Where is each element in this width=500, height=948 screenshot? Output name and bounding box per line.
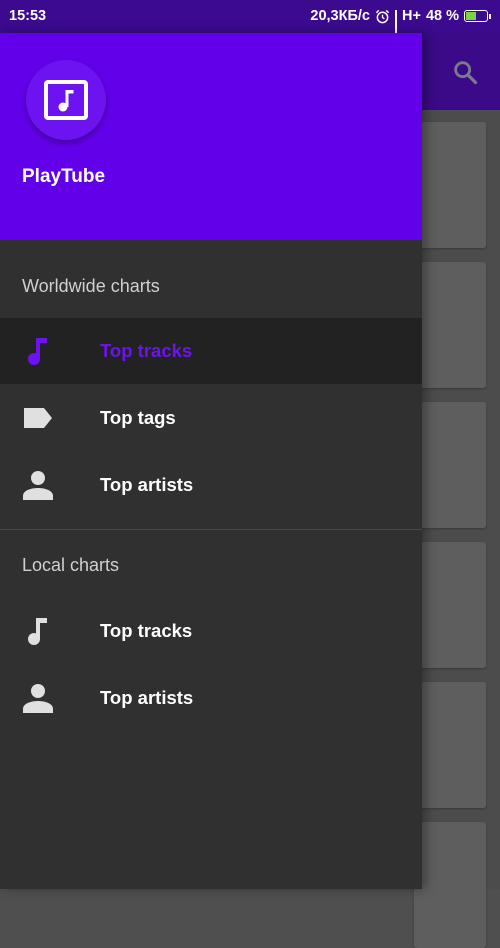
menu-item-label: Top tags (100, 407, 176, 428)
navigation-drawer: PlayTube Worldwide charts Top tracks Top… (0, 33, 422, 889)
menu-item-label: Top artists (100, 687, 194, 708)
network-type: H+ (401, 8, 421, 24)
section-title-local: Local charts (22, 555, 120, 575)
drawer-header: PlayTube (0, 33, 422, 240)
menu-item-label: Top artists (100, 474, 194, 495)
person-icon (23, 471, 53, 500)
menu-item-label: Top tracks (100, 620, 193, 641)
list-item[interactable] (414, 262, 486, 388)
section-title-worldwide: Worldwide charts (22, 276, 160, 296)
menu-item-worldwide-top-artists[interactable]: Top artists (0, 452, 422, 518)
menu-item-worldwide-top-tags[interactable]: Top tags (0, 385, 422, 451)
list-item[interactable] (414, 122, 486, 248)
app-name: PlayTube (22, 166, 106, 187)
music-note-icon (28, 338, 47, 365)
search-icon[interactable] (451, 58, 479, 86)
app-logo (26, 60, 106, 140)
battery-charging-icon (464, 10, 491, 22)
tag-icon (24, 408, 52, 428)
music-note-icon (44, 80, 88, 120)
menu-item-local-top-artists[interactable]: Top artists (0, 665, 422, 731)
status-indicators: 20,3КБ/с H+ 48 % (310, 8, 491, 45)
music-note-icon (28, 618, 47, 645)
list-item[interactable] (414, 402, 486, 528)
section-divider (0, 529, 422, 530)
menu-item-label: Top tracks (100, 340, 193, 361)
list-item[interactable] (414, 822, 486, 948)
list-item[interactable] (414, 682, 486, 808)
alarm-icon (375, 9, 390, 23)
battery-percent: 48 % (425, 8, 459, 24)
person-icon (23, 684, 53, 713)
status-bar: 15:53 20,3КБ/с H+ 48 % (0, 0, 500, 45)
status-time: 15:53 (9, 8, 47, 24)
list-item[interactable] (414, 542, 486, 668)
signal-icon (394, 10, 397, 45)
menu-item-local-top-tracks[interactable]: Top tracks (0, 598, 422, 664)
network-speed: 20,3КБ/с (310, 8, 370, 24)
menu-item-worldwide-top-tracks[interactable]: Top tracks (0, 318, 422, 384)
